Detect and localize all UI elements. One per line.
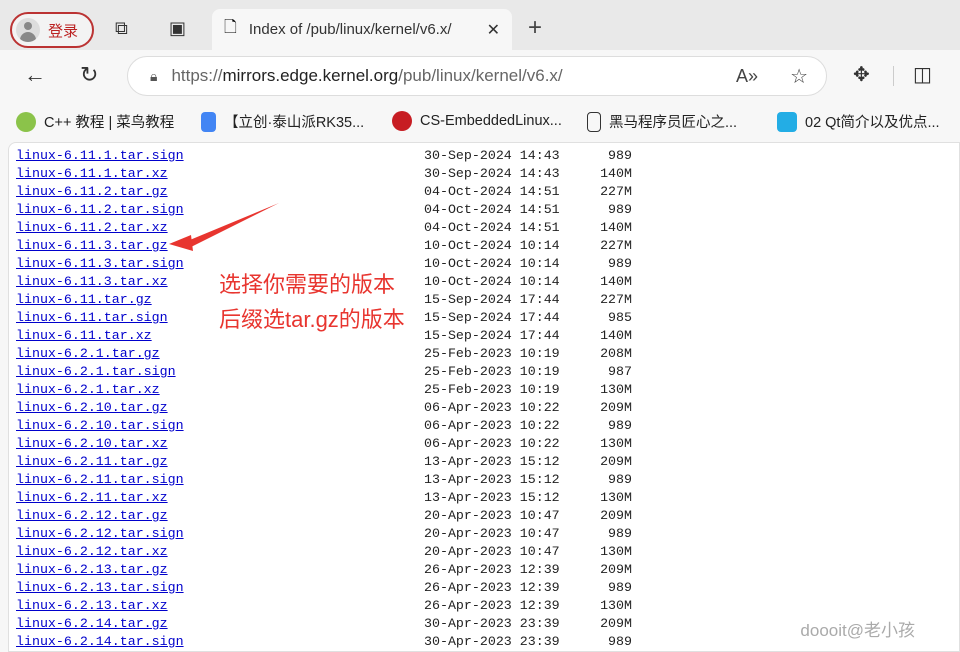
new-tab-button[interactable]: + [528, 14, 542, 42]
tab-active[interactable]: 🗋 Index of /pub/linux/kernel/v6.x/ ✕ [212, 9, 512, 50]
bookmark-item[interactable]: C++ 教程 | 菜鸟教程 [16, 111, 174, 132]
address-bar[interactable]: 🔒︎ https://mirrors.edge.kernel.org/pub/l… [127, 56, 827, 96]
annotation-arrow [169, 203, 279, 251]
bookmark-item[interactable]: 【立创·泰山派RK35... [201, 111, 364, 132]
avatar-icon [16, 18, 40, 42]
address-row: ← ↻ 🔒︎ https://mirrors.edge.kernel.org/p… [0, 50, 960, 102]
page-content: linux-6.11.1.tar.sign 30-Sep-2024 14:43 98… [8, 142, 960, 652]
vertical-tabs-icon[interactable]: ▣ [169, 18, 186, 39]
tab-title: Index of /pub/linux/kernel/v6.x/ [248, 21, 452, 38]
page-icon: 🗋 [224, 19, 237, 36]
profile-login-button[interactable]: 登录 [10, 12, 94, 48]
annotation-line-1: 选择你需要的版本 [219, 272, 396, 297]
refresh-icon[interactable]: ↻ [80, 62, 98, 88]
annotation-line-2: 后缀选tar.gz的版本 [219, 307, 405, 332]
extensions-icon[interactable]: ✥ [853, 62, 870, 87]
lock-icon: 🔒︎ [150, 67, 158, 84]
gitee-icon [392, 111, 412, 131]
tab-bar: 登录 ⧉ ▣ 🗋 Index of /pub/linux/kernel/v6.x… [0, 0, 960, 50]
bookmark-item[interactable]: 02 Qt简介以及优点... [777, 111, 940, 132]
workspaces-icon[interactable]: ⧉ [115, 18, 128, 39]
favorite-star-icon[interactable]: ☆ [790, 64, 808, 89]
bilibili-icon [777, 111, 797, 132]
close-tab-icon[interactable]: ✕ [487, 20, 500, 40]
page-icon [587, 111, 601, 132]
bookmark-item[interactable]: CS-EmbeddedLinux... [392, 111, 562, 131]
url-text: https://mirrors.edge.kernel.org/pub/linu… [171, 66, 563, 85]
login-label: 登录 [48, 22, 79, 40]
docs-icon [201, 111, 216, 132]
bookmark-item[interactable]: 黑马程序员匠心之... [587, 111, 737, 132]
runoob-icon [16, 111, 36, 132]
divider [893, 66, 894, 86]
back-icon[interactable]: ← [24, 62, 46, 88]
read-aloud-icon[interactable]: A» [736, 66, 758, 87]
split-screen-icon[interactable]: ◫ [913, 62, 932, 87]
bookmarks-bar: C++ 教程 | 菜鸟教程 【立创·泰山派RK35... CS-Embedded… [0, 102, 960, 140]
watermark: doooit@老小孩 [800, 621, 915, 640]
